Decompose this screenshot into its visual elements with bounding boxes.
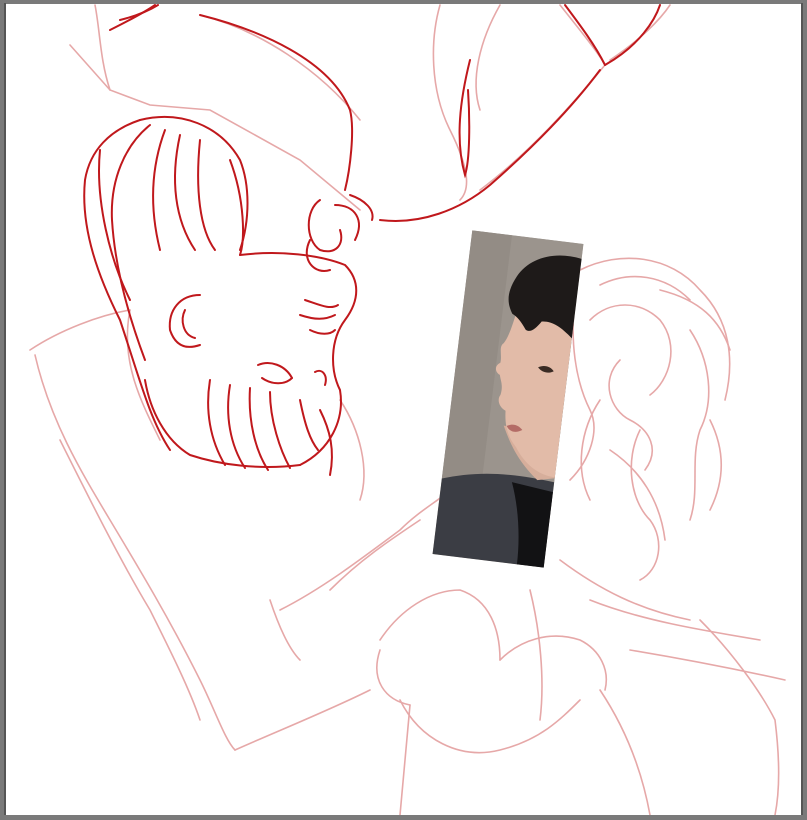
sketch-layer: [4, 3, 803, 816]
drawing-canvas[interactable]: [0, 0, 807, 816]
